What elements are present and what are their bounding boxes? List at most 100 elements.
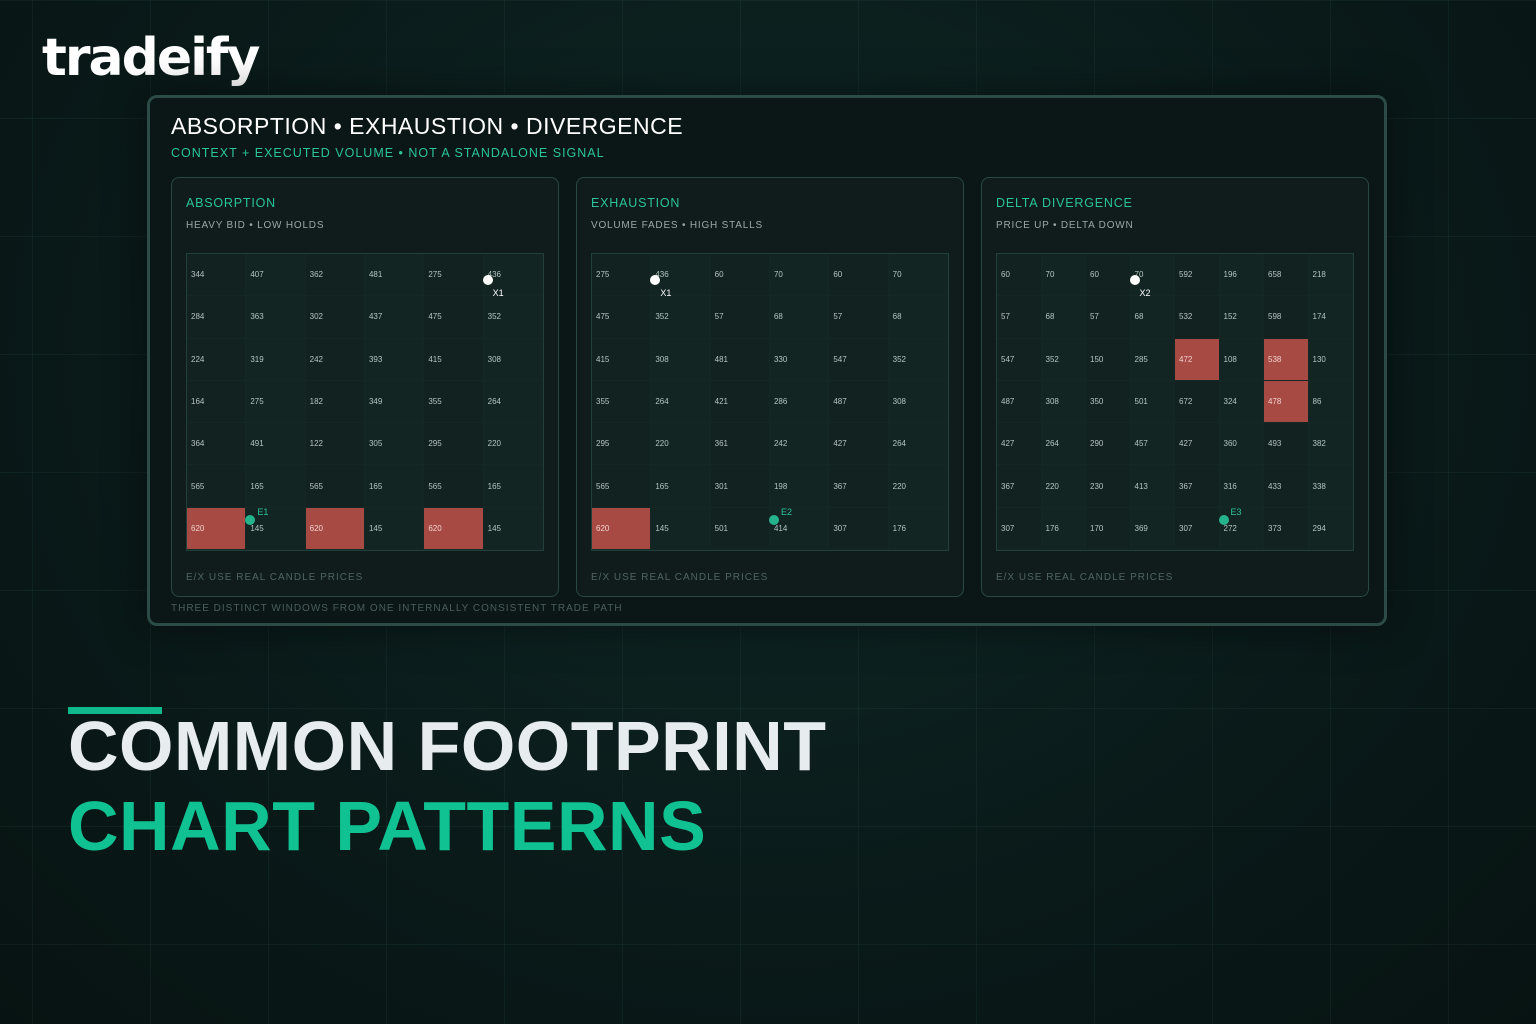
marker-label: X2 <box>1139 287 1151 298</box>
card-subtitle: HEAVY BID • LOW HOLDS <box>186 220 325 231</box>
footprint-cell: 301 <box>710 465 770 508</box>
exit-marker <box>482 275 493 286</box>
footprint-cell: 324 <box>1219 380 1264 424</box>
footprint-cell: 272 <box>1219 507 1264 550</box>
card-footer: E/X USE REAL CANDLE PRICES <box>186 572 364 583</box>
footprint-cell: 284 <box>187 296 247 339</box>
footprint-cell: 68 <box>1041 296 1086 339</box>
footprint-cell: 220 <box>651 423 711 466</box>
footprint-cell: 308 <box>483 338 543 381</box>
footprint-cell: 165 <box>246 465 306 508</box>
footprint-cell: 427 <box>1175 423 1220 466</box>
footprint-cell: 373 <box>1264 507 1309 550</box>
footprint-cell: 481 <box>710 338 770 381</box>
footprint-cell: 565 <box>305 465 365 508</box>
footprint-cell: 414 <box>769 507 830 550</box>
footprint-cell: 344 <box>187 254 247 297</box>
footprint-cell: 242 <box>305 338 365 381</box>
footprint-cell: 285 <box>1130 338 1175 381</box>
footprint-cell: 433 <box>1264 465 1309 508</box>
footprint-cell: 352 <box>651 296 711 339</box>
footprint-cell: 338 <box>1308 465 1353 508</box>
footprint-cell: 294 <box>1308 507 1353 550</box>
footprint-cell: 330 <box>769 338 830 381</box>
footprint-cell: 242 <box>769 423 830 466</box>
footprint-cell: 224 <box>187 338 247 381</box>
footprint-cell: 165 <box>364 465 425 508</box>
exhaustion-card: EXHAUSTION VOLUME FADES • HIGH STALLS 27… <box>576 177 964 597</box>
footprint-cell: 349 <box>364 380 425 424</box>
footprint-cell: 220 <box>1041 465 1086 508</box>
footprint-cell: 620 <box>424 507 484 550</box>
footprint-cell: 295 <box>424 423 484 466</box>
footprint-cell: 427 <box>829 423 889 466</box>
marker-label: E3 <box>1230 506 1242 517</box>
footprint-cell: 176 <box>1041 507 1086 550</box>
footprint-cell: 547 <box>997 338 1042 381</box>
footprint-cell: 319 <box>246 338 306 381</box>
footprint-cell: 547 <box>829 338 889 381</box>
card-title: DELTA DIVERGENCE <box>996 196 1133 210</box>
footprint-cell: 57 <box>997 296 1042 339</box>
footprint-cell: 393 <box>364 338 425 381</box>
footprint-cell: 352 <box>483 296 543 339</box>
footprint-cell: 491 <box>246 423 306 466</box>
footprint-cell: 145 <box>483 507 543 550</box>
footprint-cell: 369 <box>1130 507 1175 550</box>
footprint-cell: 68 <box>1130 296 1175 339</box>
entry-marker <box>245 515 256 526</box>
footprint-cell: 290 <box>1086 423 1131 466</box>
footprint-cell: 60 <box>997 254 1042 297</box>
footprint-cell: 620 <box>592 507 652 550</box>
marker-label: X1 <box>660 287 672 298</box>
delta-divergence-card: DELTA DIVERGENCE PRICE UP • DELTA DOWN 6… <box>981 177 1369 597</box>
footprint-cell: 70 <box>1041 254 1086 297</box>
footprint-cell: 145 <box>651 507 711 550</box>
footprint-cell: 487 <box>997 380 1042 424</box>
footprint-cell: 598 <box>1264 296 1309 339</box>
footprint-cell: 355 <box>592 380 652 424</box>
footprint-cell: 295 <box>592 423 652 466</box>
footprint-cell: 620 <box>187 507 247 550</box>
footprint-cell: 60 <box>829 254 889 297</box>
footprint-cell: 68 <box>769 296 830 339</box>
footprint-cell: 472 <box>1175 338 1220 381</box>
footprint-cell: 437 <box>364 296 425 339</box>
footprint-cell: 60 <box>710 254 770 297</box>
panel-footer: THREE DISTINCT WINDOWS FROM ONE INTERNAL… <box>171 603 623 614</box>
footprint-cell: 182 <box>305 380 365 424</box>
footprint-cell: 305 <box>364 423 425 466</box>
footprint-cell: 350 <box>1086 380 1131 424</box>
footprint-cell: 501 <box>710 507 770 550</box>
footprint-cell: 457 <box>1130 423 1175 466</box>
footprint-cell: 218 <box>1308 254 1353 297</box>
headline-line-2: CHART PATTERNS <box>68 787 707 865</box>
footprint-cell: 413 <box>1130 465 1175 508</box>
panel-subtitle: CONTEXT + EXECUTED VOLUME • NOT A STANDA… <box>171 146 605 160</box>
footprint-cell: 532 <box>1175 296 1220 339</box>
footprint-cell: 592 <box>1175 254 1220 297</box>
footprint-cell: 364 <box>187 423 247 466</box>
footprint-cell: 164 <box>187 380 247 424</box>
footprint-cell: 672 <box>1175 380 1220 424</box>
footprint-cell: 360 <box>1219 423 1264 466</box>
footprint-cell: 264 <box>651 380 711 424</box>
footprint-cell: 501 <box>1130 380 1175 424</box>
footprint-cell: 264 <box>888 423 948 466</box>
footprint-cell: 308 <box>651 338 711 381</box>
marker-label: E2 <box>781 506 793 517</box>
footprint-cell: 165 <box>483 465 543 508</box>
card-subtitle: VOLUME FADES • HIGH STALLS <box>591 220 763 231</box>
footprint-cell: 421 <box>710 380 770 424</box>
absorption-card: ABSORPTION HEAVY BID • LOW HOLDS 344 407 3… <box>171 177 559 597</box>
footprint-cell: 478 <box>1264 380 1309 424</box>
footprint-cell: 86 <box>1308 380 1353 424</box>
footprint-cell: 352 <box>1041 338 1086 381</box>
footprint-grid: 275 436 60 70 60 70 475 352 57 68 57 68 415 308 481 330… <box>591 253 949 551</box>
footprint-cell: 367 <box>829 465 889 508</box>
footprint-cell: 367 <box>997 465 1042 508</box>
card-title: ABSORPTION <box>186 196 276 210</box>
entry-marker <box>1218 515 1229 526</box>
footprint-cell: 60 <box>1086 254 1131 297</box>
footprint-cell: 307 <box>997 507 1042 550</box>
